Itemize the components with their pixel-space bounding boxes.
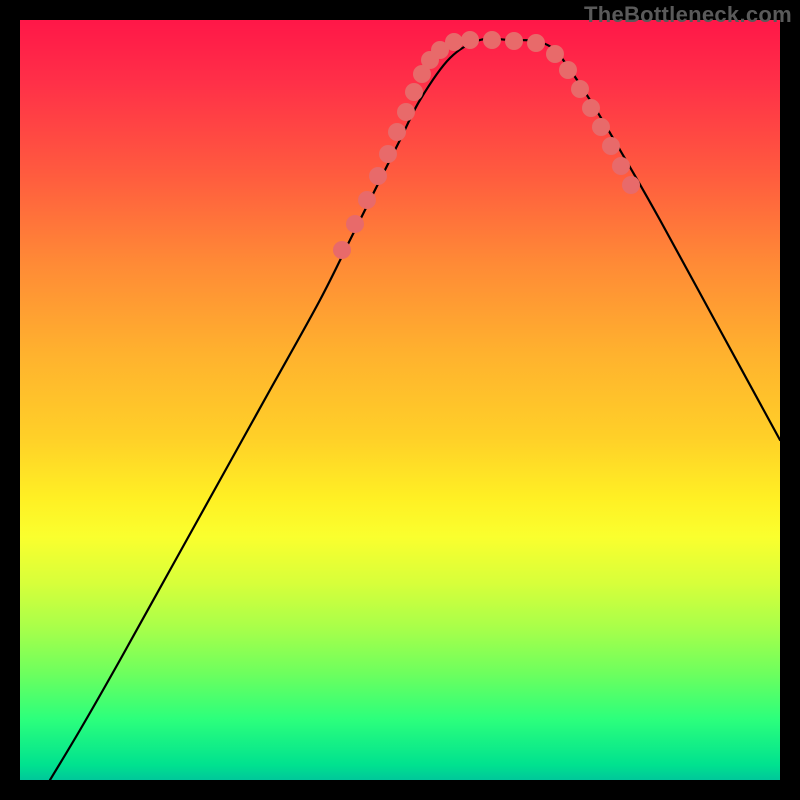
marker-dot xyxy=(505,32,523,50)
marker-dot xyxy=(546,45,564,63)
marker-dot xyxy=(358,191,376,209)
marker-dot xyxy=(559,61,577,79)
chart-container: TheBottleneck.com xyxy=(0,0,800,800)
marker-dot xyxy=(592,118,610,136)
chart-svg xyxy=(20,20,780,780)
bottleneck-curve xyxy=(50,39,780,780)
marker-dot xyxy=(622,176,640,194)
marker-dot xyxy=(405,83,423,101)
marker-dot xyxy=(388,123,406,141)
highlight-dots xyxy=(333,31,640,259)
marker-dot xyxy=(582,99,600,117)
marker-dot xyxy=(379,145,397,163)
marker-dot xyxy=(333,241,351,259)
marker-dot xyxy=(445,33,463,51)
marker-dot xyxy=(483,31,501,49)
marker-dot xyxy=(461,31,479,49)
marker-dot xyxy=(527,34,545,52)
marker-dot xyxy=(397,103,415,121)
marker-dot xyxy=(571,80,589,98)
marker-dot xyxy=(612,157,630,175)
marker-dot xyxy=(369,167,387,185)
marker-dot xyxy=(346,215,364,233)
marker-dot xyxy=(602,137,620,155)
